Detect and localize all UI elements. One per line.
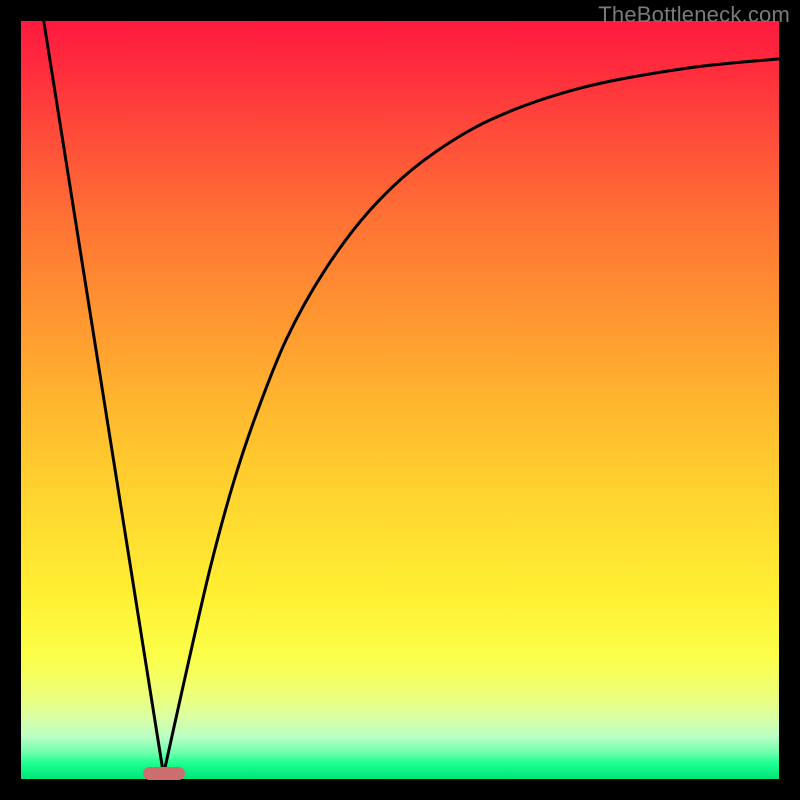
curve-right-branch [164, 59, 779, 775]
chart-container: TheBottleneck.com [0, 0, 800, 800]
watermark-text: TheBottleneck.com [598, 2, 790, 28]
curve-layer [21, 21, 779, 779]
plot-area [21, 21, 779, 779]
bottleneck-marker [143, 767, 185, 780]
curve-left-branch [44, 21, 164, 774]
